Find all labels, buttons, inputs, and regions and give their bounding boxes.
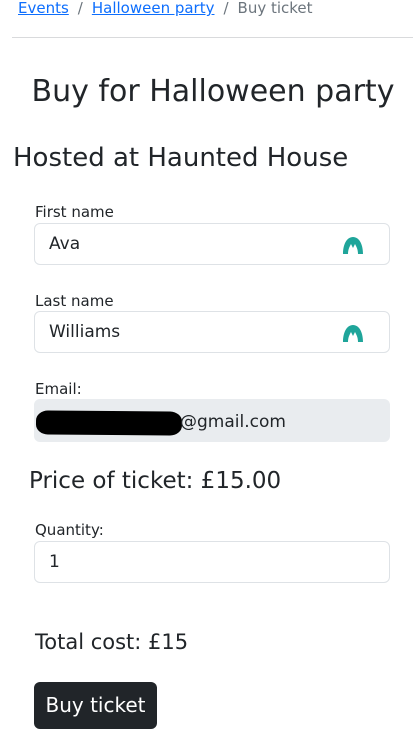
total-cost: Total cost: £15 [35, 630, 189, 654]
last-name-value: Williams [49, 322, 121, 342]
email-label: Email: [35, 380, 82, 398]
first-name-input[interactable]: Ava [34, 223, 390, 265]
venue-subtitle: Hosted at Haunted House [13, 143, 349, 173]
breadcrumb-current: Buy ticket [237, 0, 313, 17]
breadcrumb-events-link[interactable]: Events [18, 0, 69, 18]
email-redaction [35, 410, 183, 436]
autofill-icon[interactable] [342, 235, 364, 255]
buy-ticket-button[interactable]: Buy ticket [34, 682, 157, 729]
breadcrumb-separator: / [223, 0, 229, 17]
page-title: Buy for Halloween party [31, 74, 395, 109]
last-name-input[interactable]: Williams [34, 311, 390, 353]
header-divider [12, 37, 413, 38]
last-name-label: Last name [35, 292, 114, 310]
quantity-input[interactable]: 1 [34, 541, 390, 583]
breadcrumb: Events / Halloween party / Buy ticket [18, 0, 313, 18]
first-name-value: Ava [49, 234, 81, 254]
first-name-label: First name [35, 203, 114, 221]
email-value: @gmail.com [180, 412, 286, 432]
breadcrumb-halloween-party-link[interactable]: Halloween party [92, 0, 215, 18]
quantity-value: 1 [49, 552, 60, 572]
ticket-price: Price of ticket: £15.00 [29, 468, 282, 494]
breadcrumb-separator: / [77, 0, 83, 17]
quantity-label: Quantity: [35, 521, 104, 539]
autofill-icon[interactable] [342, 323, 364, 343]
